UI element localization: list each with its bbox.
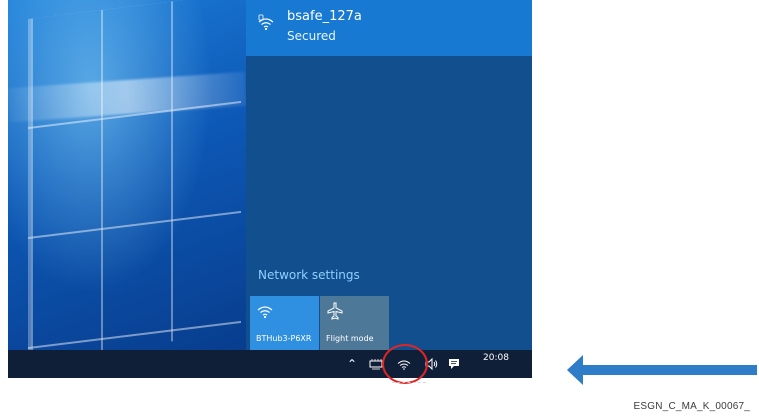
wifi-quick-action-tile[interactable]: BTHub3-P6XR xyxy=(250,296,319,350)
show-hidden-icons-icon[interactable]: ⌃ xyxy=(345,357,359,371)
wifi-icon xyxy=(258,14,274,31)
windows-wallpaper-glow xyxy=(28,0,241,350)
input-indicator-icon[interactable] xyxy=(369,357,383,371)
network-status: Secured xyxy=(287,29,336,43)
desktop-background xyxy=(8,0,246,350)
flight-mode-tile[interactable]: Flight mode xyxy=(320,296,389,350)
notification-icon[interactable] xyxy=(447,357,461,371)
network-flyout: bsafe_127a Secured Network settings BTHu… xyxy=(246,0,532,350)
wifi-icon xyxy=(257,306,273,319)
wifi-highlight-circle xyxy=(382,344,428,384)
taskbar-clock[interactable]: 20:08 xyxy=(483,353,509,363)
dotted-underline-mark xyxy=(392,382,426,393)
taskbar: ⌃ 20:08 xyxy=(8,350,532,378)
figure-reference-code: ESGN_C_MA_K_00067_ xyxy=(633,401,750,412)
airplane-icon xyxy=(327,302,343,320)
network-name: bsafe_127a xyxy=(287,9,362,24)
flight-tile-label: Flight mode xyxy=(326,334,374,343)
wifi-tile-label: BTHub3-P6XR xyxy=(256,334,312,343)
connected-network-item[interactable]: bsafe_127a Secured xyxy=(246,0,532,56)
network-settings-link[interactable]: Network settings xyxy=(258,268,360,282)
left-pointing-arrow-icon xyxy=(567,355,757,385)
screenshot-frame: bsafe_127a Secured Network settings BTHu… xyxy=(8,0,532,378)
